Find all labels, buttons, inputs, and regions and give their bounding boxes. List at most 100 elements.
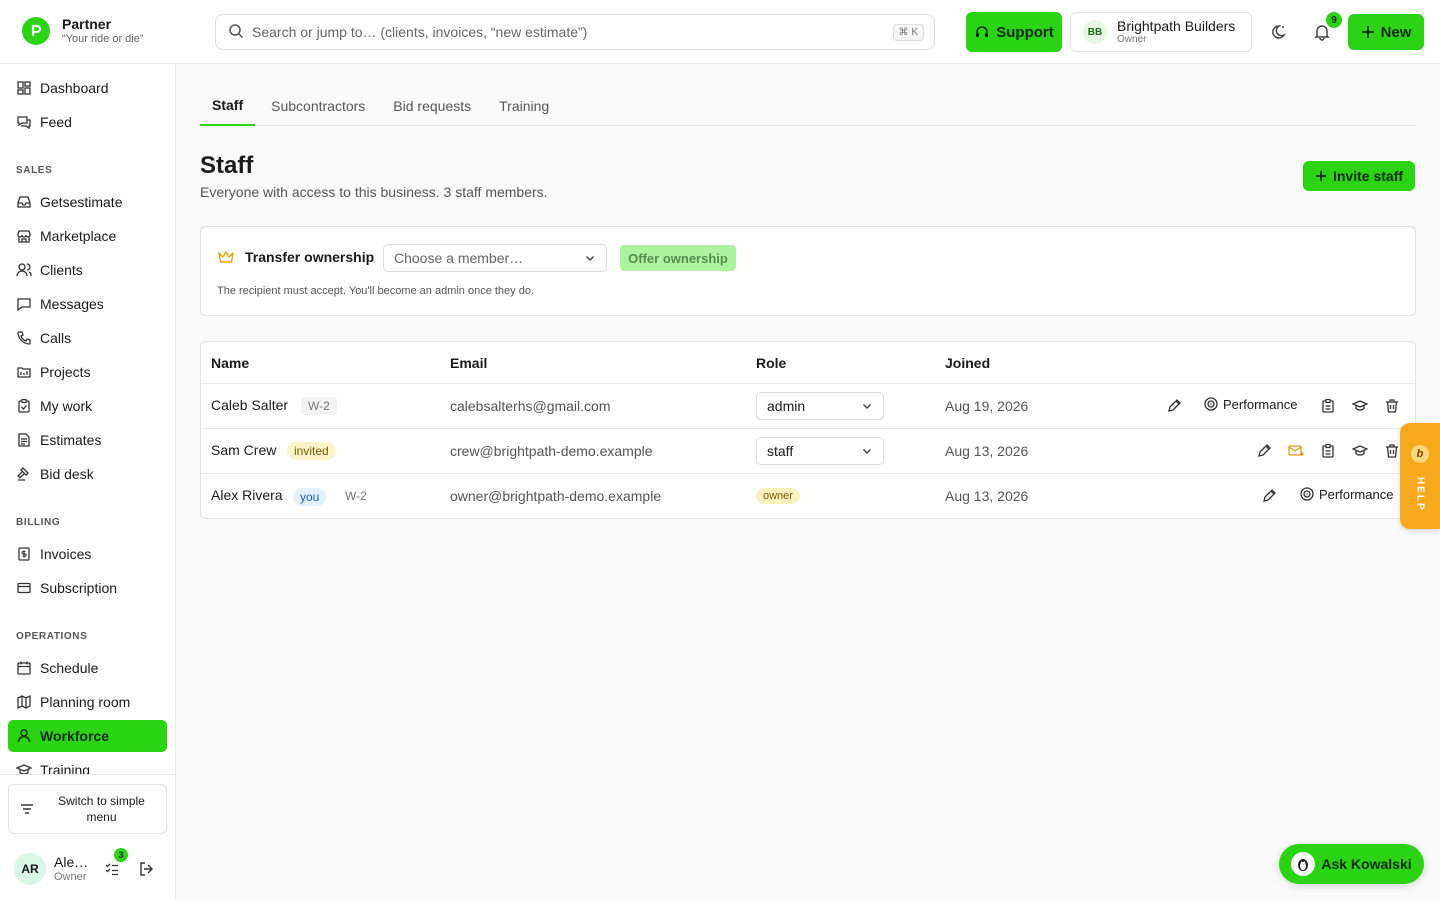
- graduation-cap-icon[interactable]: [1350, 396, 1370, 416]
- sidebar-item-planning-room[interactable]: Planning room: [8, 686, 167, 718]
- invite-staff-label: Invite staff: [1332, 168, 1403, 184]
- employment-type-badge: W-2: [301, 397, 337, 415]
- phone-icon: [17, 331, 31, 345]
- staff-email: crew@brightpath-demo.example: [450, 443, 653, 459]
- staff-email: owner@brightpath-demo.example: [450, 488, 662, 504]
- edit-icon[interactable]: [1259, 486, 1279, 506]
- sidebar-item-projects[interactable]: Projects: [8, 356, 167, 388]
- sidebar-item-training[interactable]: Training: [8, 754, 167, 774]
- tab-subcontractors[interactable]: Subcontractors: [259, 86, 377, 126]
- folder-icon: [17, 367, 31, 378]
- support-button[interactable]: Support: [966, 12, 1062, 52]
- graduation-cap-icon: [16, 764, 32, 774]
- sidebar-item-dashboard[interactable]: Dashboard: [8, 72, 167, 104]
- role-select[interactable]: staff: [756, 437, 884, 465]
- transfer-ownership-card: Transfer ownership Choose a member… Offe…: [200, 226, 1416, 316]
- chevron-down-icon: [586, 256, 594, 261]
- sidebar-item-messages[interactable]: Messages: [8, 288, 167, 320]
- sidebar-item-marketplace[interactable]: Marketplace: [8, 220, 167, 252]
- member-select-value: Choose a member…: [394, 250, 524, 266]
- switch-simple-menu-button[interactable]: Switch to simple menu: [8, 784, 167, 834]
- sidebar-item-label: Workforce: [40, 728, 109, 744]
- tab-training[interactable]: Training: [487, 86, 561, 126]
- staff-name: Caleb Salter: [211, 397, 289, 413]
- tab-staff[interactable]: Staff: [200, 86, 256, 126]
- column-header-joined: Joined: [945, 355, 991, 371]
- document-icon: [18, 433, 30, 447]
- sidebar: Dashboard Feed SALES Getsestimate Market…: [0, 64, 176, 900]
- sidebar-item-label: Projects: [40, 364, 91, 380]
- tab-bid-requests[interactable]: Bid requests: [381, 86, 483, 126]
- invite-staff-button[interactable]: Invite staff: [1303, 161, 1415, 191]
- edit-icon[interactable]: [1254, 441, 1274, 461]
- new-button[interactable]: New: [1348, 14, 1424, 50]
- user-role: Owner: [54, 871, 87, 883]
- sidebar-item-calls[interactable]: Calls: [8, 322, 167, 354]
- sidebar-item-label: Clients: [40, 262, 83, 278]
- search-input[interactable]: [252, 24, 893, 40]
- theme-toggle-icon[interactable]: [1264, 18, 1292, 46]
- offer-ownership-button[interactable]: Offer ownership: [620, 245, 736, 271]
- clipboard-icon[interactable]: [1318, 441, 1338, 461]
- sidebar-item-estimates[interactable]: Estimates: [8, 424, 167, 456]
- credit-card-icon: [17, 582, 31, 594]
- sidebar-item-label: Bid desk: [40, 466, 94, 482]
- graduation-cap-icon[interactable]: [1350, 441, 1370, 461]
- member-select[interactable]: Choose a member…: [383, 244, 607, 272]
- users-icon: [16, 263, 32, 277]
- business-switcher[interactable]: BB Brightpath Builders Owner: [1070, 12, 1252, 52]
- sidebar-item-workforce[interactable]: Workforce: [8, 720, 167, 752]
- search-shortcut: ⌘ K: [892, 23, 924, 41]
- staff-table: Name Email Role Joined Caleb Salter W-2 …: [200, 341, 1416, 519]
- edit-icon[interactable]: [1164, 396, 1184, 416]
- role-select[interactable]: admin: [756, 392, 884, 420]
- table-row: Alex Rivera you W-2 owner@brightpath-dem…: [201, 473, 1415, 518]
- search-icon: [228, 23, 244, 42]
- sidebar-item-label: Dashboard: [40, 80, 109, 96]
- store-icon: [17, 230, 31, 243]
- calendar-icon: [17, 661, 31, 675]
- task-list-icon[interactable]: [104, 861, 120, 880]
- clipboard-icon[interactable]: [1318, 396, 1338, 416]
- page-title: Staff: [200, 152, 254, 179]
- sidebar-item-clients[interactable]: Clients: [8, 254, 167, 286]
- table-row: Caleb Salter W-2 calebsalterhs@gmail.com…: [201, 383, 1415, 428]
- column-header-name: Name: [211, 355, 250, 371]
- column-header-email: Email: [450, 355, 488, 371]
- sidebar-item-invoices[interactable]: Invoices: [8, 538, 167, 570]
- trash-icon[interactable]: [1382, 441, 1402, 461]
- sidebar-item-getsestimate[interactable]: Getsestimate: [8, 186, 167, 218]
- help-tab[interactable]: b HELP: [1400, 423, 1440, 529]
- page-subtitle: Everyone with access to this business. 3…: [200, 184, 548, 200]
- brand[interactable]: Partner “Your ride or die”: [22, 16, 144, 46]
- support-label: Support: [996, 23, 1054, 41]
- sidebar-item-label: Messages: [40, 296, 104, 312]
- owner-role-badge: owner: [756, 488, 800, 504]
- sidebar-item-subscription[interactable]: Subscription: [8, 572, 167, 604]
- partner-logo-icon: [22, 17, 50, 45]
- sidebar-item-label: Marketplace: [40, 228, 117, 244]
- search-bar[interactable]: ⌘ K: [215, 14, 935, 50]
- staff-email: calebsalterhs@gmail.com: [450, 398, 611, 414]
- help-logo-icon: b: [1411, 445, 1429, 463]
- section-label-billing: BILLING: [16, 517, 61, 528]
- tab-bar: Staff Subcontractors Bid requests Traini…: [200, 86, 1416, 126]
- notification-badge: 9: [1326, 12, 1342, 28]
- performance-button[interactable]: Performance: [1299, 486, 1393, 502]
- logout-icon[interactable]: [138, 861, 156, 880]
- trash-icon[interactable]: [1382, 396, 1402, 416]
- resend-invite-icon[interactable]: [1286, 441, 1306, 461]
- user-profile[interactable]: AR Ale… Owner 3: [14, 848, 164, 886]
- sidebar-item-feed[interactable]: Feed: [8, 106, 167, 138]
- performance-button[interactable]: Performance: [1203, 396, 1297, 412]
- staff-joined: Aug 13, 2026: [945, 443, 1029, 459]
- user-name: Ale…: [54, 854, 89, 870]
- gavel-icon: [17, 467, 29, 481]
- ask-kowalski-button[interactable]: Ask Kowalski: [1279, 844, 1424, 884]
- sidebar-item-schedule[interactable]: Schedule: [8, 652, 167, 684]
- transfer-note: The recipient must accept. You'll become…: [217, 285, 535, 297]
- user-icon: [17, 729, 31, 743]
- chevron-down-icon: [863, 449, 871, 454]
- sidebar-item-bid-desk[interactable]: Bid desk: [8, 458, 167, 490]
- sidebar-item-my-work[interactable]: My work: [8, 390, 167, 422]
